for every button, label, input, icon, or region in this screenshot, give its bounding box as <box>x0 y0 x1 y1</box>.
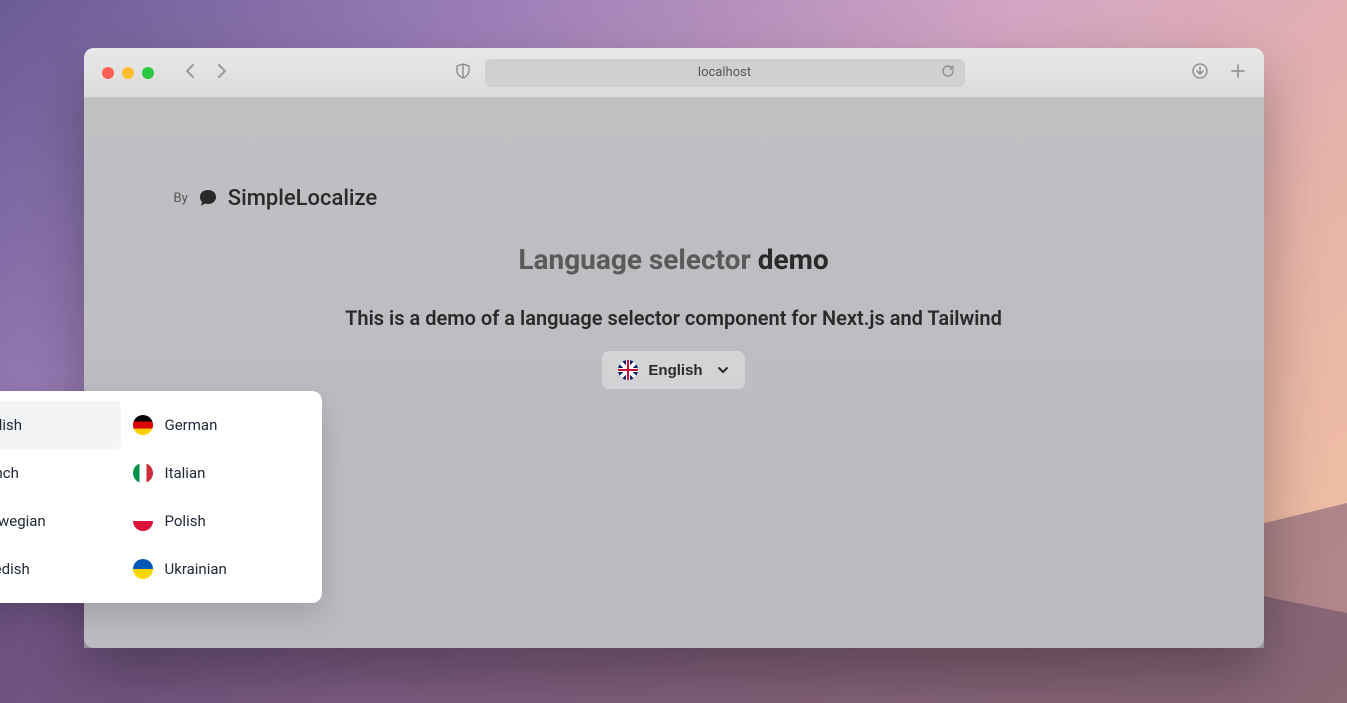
brand-logo-icon <box>196 187 220 211</box>
new-tab-button[interactable] <box>1230 63 1246 83</box>
flag-icon-de <box>133 415 153 435</box>
downloads-button[interactable] <box>1192 63 1208 83</box>
language-option-fr[interactable]: French <box>0 449 121 497</box>
download-icon <box>1192 63 1208 79</box>
address-text: localhost <box>698 65 751 80</box>
language-option-label: French <box>0 464 19 482</box>
chevron-right-icon <box>216 64 228 78</box>
window-controls <box>102 67 154 79</box>
brand-name: SimpleLocalize <box>228 186 377 211</box>
language-selector-button[interactable]: English <box>601 350 745 390</box>
language-dropdown: English German French Italian Norwegian Polis… <box>0 391 322 603</box>
address-bar[interactable]: localhost <box>485 59 965 87</box>
language-option-label: Ukrainian <box>165 560 227 578</box>
flag-icon-pl <box>133 511 153 531</box>
page-subtitle: This is a demo of a language selector co… <box>174 306 1174 330</box>
browser-window: localhost By SimpleLocalize <box>84 48 1264 648</box>
language-option-label: Italian <box>165 464 206 482</box>
current-language-label: English <box>648 362 702 379</box>
language-option-no[interactable]: Norwegian <box>0 497 121 545</box>
page-title: Language selector demo <box>174 243 1174 276</box>
language-option-de[interactable]: German <box>121 401 312 449</box>
toolbar-actions <box>1192 63 1246 83</box>
brand-header: By SimpleLocalize <box>174 186 1174 211</box>
plus-icon <box>1230 63 1246 79</box>
flag-icon-ua <box>133 559 153 579</box>
language-option-ua[interactable]: Ukrainian <box>121 545 312 593</box>
chevron-left-icon <box>184 64 196 78</box>
language-option-pl[interactable]: Polish <box>121 497 312 545</box>
language-option-gb[interactable]: English <box>0 401 121 449</box>
language-option-se[interactable]: Swedish <box>0 545 121 593</box>
chevron-down-icon <box>717 363 729 377</box>
flag-icon-it <box>133 463 153 483</box>
language-option-label: German <box>165 416 218 434</box>
language-option-label: Polish <box>165 512 206 530</box>
language-option-label: Swedish <box>0 560 30 578</box>
language-option-label: English <box>0 416 22 434</box>
reload-button[interactable] <box>941 64 955 82</box>
back-button[interactable] <box>184 63 196 82</box>
reload-icon <box>941 64 955 78</box>
close-window-button[interactable] <box>102 67 114 79</box>
language-option-label: Norwegian <box>0 512 46 530</box>
nav-buttons <box>184 63 228 82</box>
minimize-window-button[interactable] <box>122 67 134 79</box>
privacy-shield-icon[interactable] <box>455 63 471 83</box>
forward-button[interactable] <box>216 63 228 82</box>
by-label: By <box>174 191 188 206</box>
flag-icon-gb <box>618 360 638 380</box>
maximize-window-button[interactable] <box>142 67 154 79</box>
page-content: By SimpleLocalize Language selector demo… <box>84 98 1264 648</box>
language-option-it[interactable]: Italian <box>121 449 312 497</box>
browser-toolbar: localhost <box>84 48 1264 98</box>
